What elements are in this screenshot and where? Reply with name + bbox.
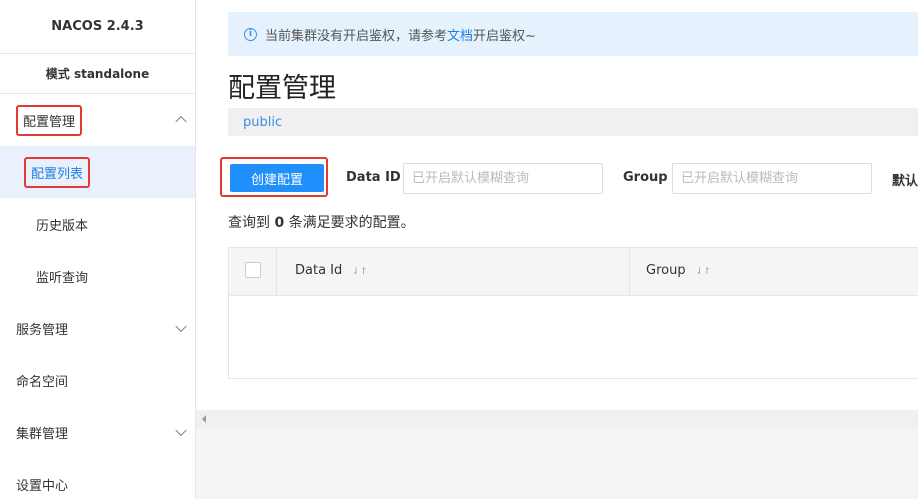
sidebar: NACOS 2.4.3 模式 standalone 配置管理 配置列表 历史版本… bbox=[0, 0, 196, 499]
data-id-label: Data ID bbox=[346, 170, 401, 185]
namespace-tab-public[interactable]: public bbox=[243, 115, 282, 130]
page-title: 配置管理 bbox=[228, 73, 336, 104]
result-count: 0 bbox=[274, 215, 285, 231]
data-id-input[interactable] bbox=[403, 163, 603, 194]
namespace-bar: public bbox=[228, 108, 918, 136]
sidebar-item-service-management[interactable]: 服务管理 bbox=[0, 302, 195, 354]
sort-icon[interactable]: ⇃↾ bbox=[352, 267, 367, 277]
result-suffix: 条满足要求的配置。 bbox=[284, 215, 415, 231]
extra-filter-label: 默认 bbox=[892, 174, 918, 189]
create-config-button[interactable]: 创建配置 bbox=[230, 164, 324, 192]
sidebar-item-label: 服务管理 bbox=[16, 322, 69, 338]
chevron-down-icon bbox=[175, 424, 187, 437]
sidebar-item-config-list[interactable]: 配置列表 bbox=[0, 146, 195, 198]
auth-notice: i 当前集群没有开启鉴权，请参考 文档 开启鉴权~ bbox=[228, 12, 918, 56]
column-divider bbox=[629, 248, 630, 296]
sidebar-item-label: 配置管理 bbox=[16, 104, 83, 136]
config-table: Data Id ⇃↾ Group ⇃↾ bbox=[228, 247, 918, 379]
chevron-up-icon bbox=[175, 115, 187, 128]
sidebar-item-listener[interactable]: 监听查询 bbox=[0, 250, 195, 302]
column-header-label: Group bbox=[646, 263, 686, 278]
sidebar-item-namespace[interactable]: 命名空间 bbox=[0, 354, 195, 406]
horizontal-scrollbar[interactable] bbox=[196, 410, 918, 428]
main-content: i 当前集群没有开启鉴权，请参考 文档 开启鉴权~ 配置管理 public 创建… bbox=[196, 0, 918, 410]
sidebar-item-history[interactable]: 历史版本 bbox=[0, 198, 195, 250]
docs-link[interactable]: 文档 bbox=[447, 25, 473, 44]
mode-label: 模式 standalone bbox=[0, 54, 195, 94]
table-header: Data Id ⇃↾ Group ⇃↾ bbox=[229, 248, 918, 296]
group-input[interactable] bbox=[672, 163, 872, 194]
sidebar-item-label: 设置中心 bbox=[16, 478, 69, 494]
column-header-data-id[interactable]: Data Id ⇃↾ bbox=[295, 263, 367, 278]
notice-text: 当前集群没有开启鉴权，请参考 bbox=[265, 28, 448, 44]
result-summary: 查询到 0 条满足要求的配置。 bbox=[228, 212, 415, 232]
sidebar-item-config-management[interactable]: 配置管理 bbox=[0, 94, 195, 146]
sidebar-item-label: 配置列表 bbox=[24, 156, 91, 188]
column-header-label: Data Id bbox=[295, 263, 343, 278]
sidebar-item-cluster-management[interactable]: 集群管理 bbox=[0, 406, 195, 458]
sidebar-item-settings[interactable]: 设置中心 bbox=[0, 458, 195, 499]
group-label: Group bbox=[623, 170, 668, 185]
scroll-left-icon[interactable] bbox=[202, 415, 206, 423]
sidebar-item-label: 集群管理 bbox=[16, 426, 69, 442]
brand-title: NACOS 2.4.3 bbox=[0, 0, 195, 54]
chevron-down-icon bbox=[175, 320, 187, 333]
column-header-group[interactable]: Group ⇃↾ bbox=[646, 263, 711, 278]
select-all-checkbox[interactable] bbox=[245, 262, 261, 278]
sidebar-item-label: 命名空间 bbox=[16, 374, 69, 390]
notice-text-end: 开启鉴权~ bbox=[473, 28, 536, 44]
column-divider bbox=[276, 248, 277, 296]
result-prefix: 查询到 bbox=[228, 215, 275, 231]
info-icon: i bbox=[244, 27, 257, 41]
sort-icon[interactable]: ⇃↾ bbox=[696, 267, 711, 277]
